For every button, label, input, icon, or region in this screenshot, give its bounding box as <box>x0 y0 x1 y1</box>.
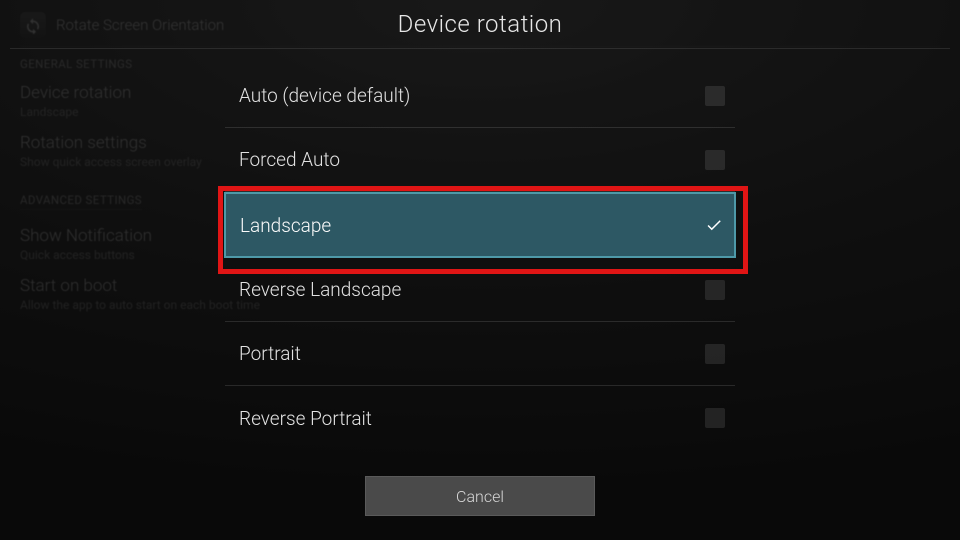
option-label: Auto (device default) <box>239 84 410 107</box>
option-label: Reverse Landscape <box>239 278 401 301</box>
option-label: Reverse Portrait <box>239 407 372 430</box>
option-label: Landscape <box>240 214 331 237</box>
option-label: Forced Auto <box>239 148 340 171</box>
dialog-title: Device rotation <box>180 10 780 38</box>
option-list: Auto (device default) Forced Auto Landsc… <box>225 64 735 450</box>
cancel-button[interactable]: Cancel <box>365 476 595 516</box>
option-label: Portrait <box>239 342 301 365</box>
option-portrait[interactable]: Portrait <box>225 322 735 386</box>
option-reverse-landscape[interactable]: Reverse Landscape <box>225 258 735 322</box>
option-auto-default[interactable]: Auto (device default) <box>225 64 735 128</box>
cancel-button-label: Cancel <box>456 487 504 506</box>
option-landscape[interactable]: Landscape <box>224 192 736 258</box>
checkbox-icon <box>705 86 725 106</box>
checkbox-icon <box>705 344 725 364</box>
device-rotation-dialog: Device rotation Auto (device default) Fo… <box>180 0 780 516</box>
divider <box>10 48 950 49</box>
option-forced-auto[interactable]: Forced Auto <box>225 128 735 192</box>
option-reverse-portrait[interactable]: Reverse Portrait <box>225 386 735 450</box>
checkbox-icon <box>705 280 725 300</box>
checkbox-icon <box>705 408 725 428</box>
checkmark-icon <box>704 215 724 235</box>
checkbox-icon <box>705 150 725 170</box>
